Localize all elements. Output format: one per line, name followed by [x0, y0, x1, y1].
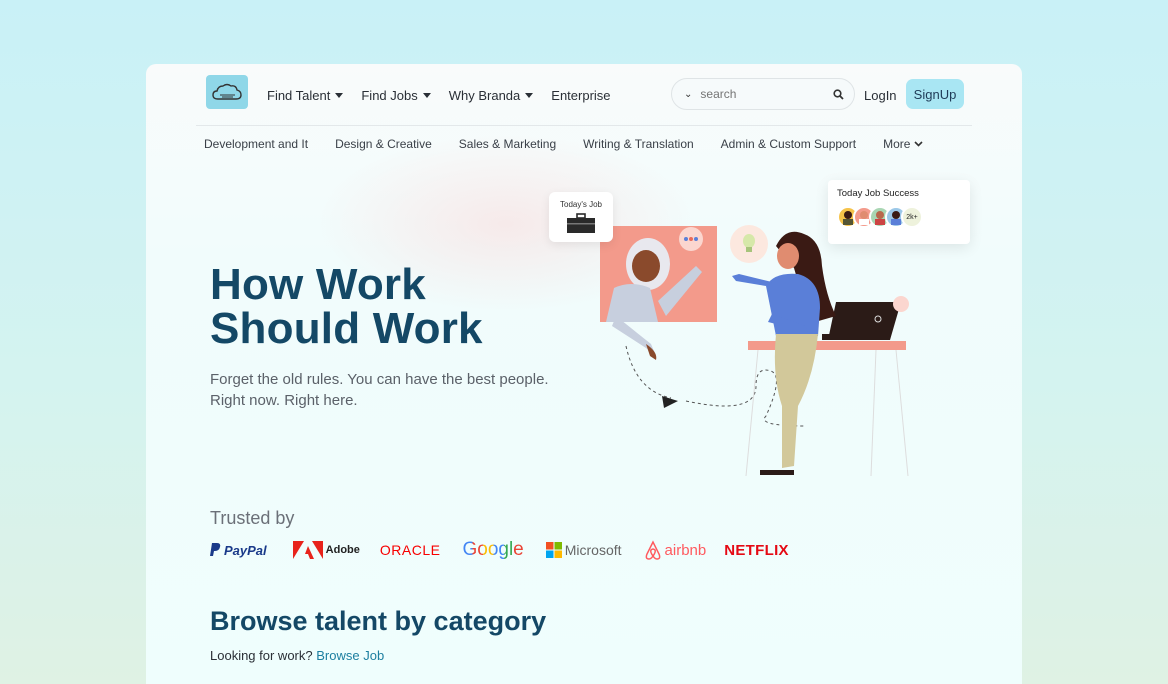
nav-label: Why Branda [448, 88, 521, 103]
oracle-logo: ORACLE [380, 542, 441, 558]
more-label: More [883, 137, 911, 151]
category-design[interactable]: Design & Creative [335, 137, 432, 151]
microsoft-icon [545, 542, 562, 558]
airbnb-logo: airbnb [644, 540, 707, 560]
browse-title: Browse talent by category [210, 606, 547, 636]
nav-find-jobs[interactable]: Find Jobs [361, 88, 431, 103]
brand-logos: PayPal Adobe ORACLE Google Microsoft air… [210, 538, 789, 562]
google-text: Google [462, 539, 524, 560]
trusted-by-label: Trusted by [210, 508, 295, 528]
looking-for-work: Looking for work? Browse Job [210, 648, 384, 663]
netflix-logo: NETFLIX [724, 542, 789, 559]
adobe-icon [292, 541, 323, 559]
hero-subtitle-line-1: Forget the old rules. You can have the b… [210, 371, 549, 388]
category-nav: Development and It Design & Creative Sal… [204, 137, 950, 151]
search-input[interactable] [700, 87, 821, 101]
category-development[interactable]: Development and It [204, 137, 308, 151]
job-success-card: Today Job Success 2k+ [828, 180, 970, 244]
nav-label: Enterprise [551, 88, 611, 103]
main-card: Find Talent Find Jobs Why Branda Enterpr… [146, 64, 1022, 684]
hero-title-line-2: Should Work [210, 304, 483, 353]
adobe-logo: Adobe [292, 541, 360, 559]
airbnb-text: airbnb [664, 541, 707, 559]
chevron-down-icon [914, 141, 923, 147]
caret-down-icon [525, 93, 534, 98]
nav-label: Find Talent [267, 88, 331, 103]
netflix-text: NETFLIX [724, 541, 789, 559]
paypal-text: PayPal [224, 542, 267, 558]
hero-subtitle-line-2: Right now. Right here. [210, 392, 358, 409]
oracle-text: ORACLE [379, 542, 441, 558]
google-logo: Google [462, 539, 523, 561]
looking-text: Looking for work? [210, 648, 313, 663]
adobe-text: Adobe [325, 544, 360, 556]
category-sales[interactable]: Sales & Marketing [459, 137, 556, 151]
paypal-icon [210, 543, 221, 556]
logo-cloud-icon[interactable] [206, 75, 248, 109]
microsoft-text: Microsoft [564, 542, 622, 558]
category-more[interactable]: More [883, 137, 923, 151]
category-admin[interactable]: Admin & Custom Support [721, 137, 856, 151]
caret-down-icon [335, 93, 344, 98]
job-success-label: Today Job Success [837, 188, 919, 199]
paypal-logo: PayPal [210, 543, 267, 558]
chevron-down-icon[interactable]: ⌄ [684, 89, 692, 100]
browse-job-link[interactable]: Browse Job [316, 648, 384, 663]
airbnb-icon [645, 540, 660, 560]
header-divider [196, 125, 972, 126]
briefcase-icon [567, 213, 595, 233]
hero-subtitle: Forget the old rules. You can have the b… [210, 369, 590, 411]
login-link[interactable]: LogIn [864, 88, 897, 103]
hero-title-line-1: How Work [210, 260, 426, 309]
nav-find-talent[interactable]: Find Talent [267, 88, 344, 103]
todays-job-label: Today's Job [560, 200, 602, 209]
hero-title: How Work Should Work [210, 263, 483, 351]
todays-job-card: Today's Job [549, 192, 613, 242]
nav-enterprise[interactable]: Enterprise [551, 88, 610, 103]
caret-down-icon [422, 93, 431, 98]
main-nav: Find Talent Find Jobs Why Branda Enterpr… [267, 88, 629, 103]
avatar-group: 2k+ [837, 206, 961, 228]
microsoft-logo: Microsoft [545, 542, 622, 558]
category-writing[interactable]: Writing & Translation [583, 137, 694, 151]
search-icon[interactable] [833, 88, 844, 100]
nav-label: Find Jobs [361, 88, 418, 103]
nav-why-branda[interactable]: Why Branda [449, 88, 534, 103]
signup-button[interactable]: SignUp [906, 79, 964, 109]
search-box[interactable]: ⌄ [671, 78, 855, 110]
avatar-count: 2k+ [901, 206, 923, 228]
